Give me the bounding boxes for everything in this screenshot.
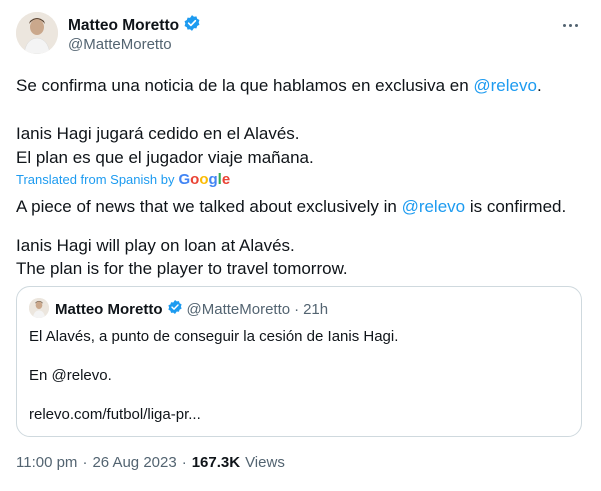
author-handle[interactable]: @MatteMoretto: [68, 36, 172, 53]
google-logo[interactable]: Google: [178, 171, 230, 188]
separator-dot: ·: [82, 454, 88, 471]
tweet-text-line-2: Ianis Hagi jugará cedido en el Alavés.: [16, 124, 300, 143]
tweet-text-line-1: Se confirma una noticia de la que hablam…: [16, 74, 542, 97]
tweet-meta: 11:00 pm · 26 Aug 2023 · 167.3K Views: [16, 454, 285, 471]
tweet-text: Se confirma una noticia de la que hablam…: [16, 76, 474, 95]
translated-text-line-2: Ianis Hagi will play on loan at Alavés.: [16, 236, 295, 255]
author-name[interactable]: Matteo Moretto: [68, 17, 179, 35]
translated-text-line-3: The plan is for the player to travel tom…: [16, 259, 348, 278]
quote-author-avatar[interactable]: [29, 298, 49, 318]
quote-link[interactable]: relevo.com/futbol/liga-pr...: [29, 405, 201, 425]
translated-text: A piece of news that we talked about exc…: [16, 197, 402, 216]
translation-label-text: Translated from Spanish by: [16, 172, 175, 187]
tweet-time[interactable]: 11:00 pm: [16, 454, 77, 471]
quote-timestamp: 21h: [303, 300, 329, 318]
views-label: Views: [245, 454, 285, 471]
quote-author-handle: @MatteMoretto: [186, 300, 291, 318]
separator-dot: ·: [294, 300, 300, 318]
translated-text: is confirmed.: [465, 197, 567, 216]
tweet-date[interactable]: 26 Aug 2023: [92, 454, 176, 471]
mention-link[interactable]: @relevo: [402, 197, 466, 216]
author-avatar[interactable]: [16, 12, 58, 54]
tweet-text: .: [536, 76, 542, 95]
translated-text-line-1: A piece of news that we talked about exc…: [16, 195, 566, 218]
author-name-row: Matteo Moretto: [68, 14, 201, 37]
quote-text-line-2: En @relevo.: [29, 367, 112, 384]
quote-text-line-1: El Alavés, a punto de conseguir la cesió…: [29, 328, 399, 345]
separator-dot: ·: [181, 454, 187, 471]
translation-label: Translated from Spanish by Google: [16, 171, 230, 188]
mention-link[interactable]: @relevo: [473, 76, 537, 95]
tweet-text-line-3: El plan es que el jugador viaje mañana.: [16, 148, 314, 167]
more-options-icon[interactable]: [558, 13, 582, 37]
quote-header: Matteo Moretto @MatteMoretto · 21h: [55, 299, 328, 319]
verified-badge-icon: [167, 299, 183, 319]
quoted-tweet[interactable]: Matteo Moretto @MatteMoretto · 21h El Al…: [16, 286, 582, 437]
verified-badge-icon: [183, 14, 201, 37]
quote-author-name: Matteo Moretto: [55, 300, 163, 318]
views-count: 167.3K: [191, 454, 241, 471]
